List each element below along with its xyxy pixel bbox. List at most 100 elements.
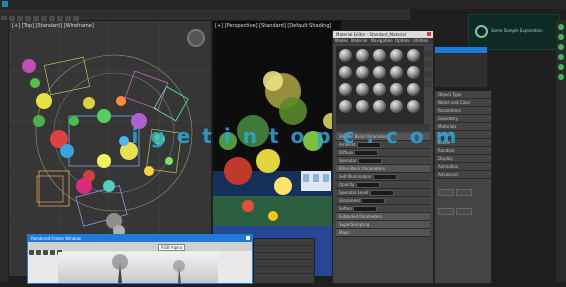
uv-tiling-icon[interactable]	[424, 71, 432, 77]
command-button[interactable]	[456, 189, 472, 196]
material-slot[interactable]	[390, 49, 403, 62]
spinner-field[interactable]	[372, 174, 397, 180]
material-slot[interactable]	[373, 49, 386, 62]
viewport-label[interactable]: [+] [Perspective] [Standard] [Default Sh…	[215, 23, 331, 29]
render-window-title: Rendered Frame Window	[31, 236, 81, 241]
material-slot[interactable]	[390, 66, 403, 79]
render-row[interactable]	[254, 246, 314, 253]
param-row: Glossiness	[336, 197, 430, 205]
material-slot[interactable]	[373, 100, 386, 113]
rendered-frame-window: Rendered Frame Window RGB Alpha	[27, 234, 253, 284]
list-item[interactable]	[435, 47, 487, 54]
param-row: Self-Illumination	[336, 173, 430, 181]
tree-item[interactable]: Random	[435, 147, 491, 155]
rollout-header[interactable]: Blinn Basic Parameters	[336, 165, 430, 173]
param-label: Specular Level	[339, 190, 369, 195]
param-label: Soften	[339, 206, 352, 211]
clone-icon[interactable]	[43, 250, 48, 255]
tree-item[interactable]: Name and Color	[435, 99, 491, 107]
material-slot[interactable]	[373, 83, 386, 96]
material-slot[interactable]	[339, 49, 352, 62]
start-panel: Some Sample Exploration	[468, 14, 560, 50]
command-button[interactable]	[456, 208, 472, 215]
rollout-list: Shader Basic Parameters Ambient Diffuse …	[336, 133, 430, 237]
rendered-tree-image	[112, 254, 185, 283]
render-image	[58, 252, 218, 283]
tree-item[interactable]: Advanced	[435, 171, 491, 179]
render-row[interactable]	[254, 239, 314, 246]
command-button[interactable]	[438, 208, 454, 215]
color-swatch[interactable]	[354, 150, 379, 156]
material-slot[interactable]	[390, 83, 403, 96]
list-item[interactable]	[435, 54, 487, 61]
spinner-field[interactable]	[355, 182, 380, 188]
spinner-field[interactable]	[369, 190, 394, 196]
render-row[interactable]	[254, 260, 314, 267]
command-button[interactable]	[438, 189, 454, 196]
material-slot[interactable]	[407, 49, 420, 62]
material-slot[interactable]	[356, 100, 369, 113]
material-slot[interactable]	[407, 83, 420, 96]
color-swatch[interactable]	[357, 158, 382, 164]
param-label: Specular	[339, 158, 357, 163]
spinner-field[interactable]	[353, 206, 378, 212]
close-icon[interactable]	[246, 236, 250, 240]
right-toolbar	[556, 20, 566, 282]
param-label: Diffuse	[339, 150, 354, 155]
list-item[interactable]	[435, 61, 487, 68]
tool-icon[interactable]	[558, 44, 564, 50]
tree-item[interactable]: Display	[435, 155, 491, 163]
menu-material[interactable]: Material	[351, 38, 367, 43]
material-slot[interactable]	[339, 66, 352, 79]
print-icon[interactable]	[50, 250, 55, 255]
video-color-icon[interactable]	[424, 81, 432, 87]
param-row: Opacity	[336, 181, 430, 189]
tool-icon[interactable]	[558, 24, 564, 30]
material-slot[interactable]	[407, 66, 420, 79]
material-slot[interactable]	[373, 66, 386, 79]
material-slot[interactable]	[356, 66, 369, 79]
menu-modes[interactable]: Modes	[335, 38, 348, 43]
param-label: Self-Illumination	[339, 174, 372, 179]
background-icon[interactable]	[424, 61, 432, 67]
tree-item[interactable]: Object Type	[435, 91, 491, 99]
material-slot[interactable]	[356, 49, 369, 62]
param-label: Opacity	[339, 182, 355, 187]
material-slot[interactable]	[339, 83, 352, 96]
material-editor-title: Material Editor - Standard_Material	[336, 32, 406, 37]
tool-icon[interactable]	[558, 74, 564, 80]
menu-utilities[interactable]: Utilities	[413, 38, 428, 43]
save-image-icon[interactable]	[29, 250, 34, 255]
command-buttons	[435, 179, 491, 223]
copy-image-icon[interactable]	[36, 250, 41, 255]
app-logo-icon	[2, 1, 8, 7]
rollout-header[interactable]: SuperSampling	[336, 221, 430, 229]
render-row[interactable]	[254, 253, 314, 260]
rollout-header[interactable]: Extended Parameters	[336, 213, 430, 221]
tool-icon[interactable]	[558, 34, 564, 40]
backlight-icon[interactable]	[424, 51, 432, 57]
render-row[interactable]	[254, 267, 314, 274]
material-slot[interactable]	[407, 100, 420, 113]
tree-item[interactable]: Parameters	[435, 107, 491, 115]
close-icon[interactable]	[427, 32, 431, 36]
main-toolbar	[0, 9, 410, 22]
loading-icon	[475, 25, 488, 38]
spinner-field[interactable]	[361, 198, 386, 204]
tree-item[interactable]: Animation	[435, 163, 491, 171]
material-slot[interactable]	[356, 83, 369, 96]
material-slot[interactable]	[390, 100, 403, 113]
sample-slots	[336, 46, 424, 125]
material-slot[interactable]	[339, 100, 352, 113]
tree-item[interactable]: Geometry	[435, 115, 491, 123]
menu-options[interactable]: Options	[395, 38, 410, 43]
channel-select[interactable]: RGB Alpha	[158, 244, 186, 251]
tool-icon[interactable]	[558, 54, 564, 60]
param-row: Diffuse	[336, 149, 430, 157]
tool-icon[interactable]	[558, 64, 564, 70]
sample-side-toolbar	[422, 47, 432, 117]
rollout-header[interactable]: Maps	[336, 229, 430, 237]
menu-navigation[interactable]: Navigation	[371, 38, 393, 43]
list-item[interactable]	[435, 68, 487, 75]
start-panel-title: Some Sample Exploration	[491, 28, 543, 33]
